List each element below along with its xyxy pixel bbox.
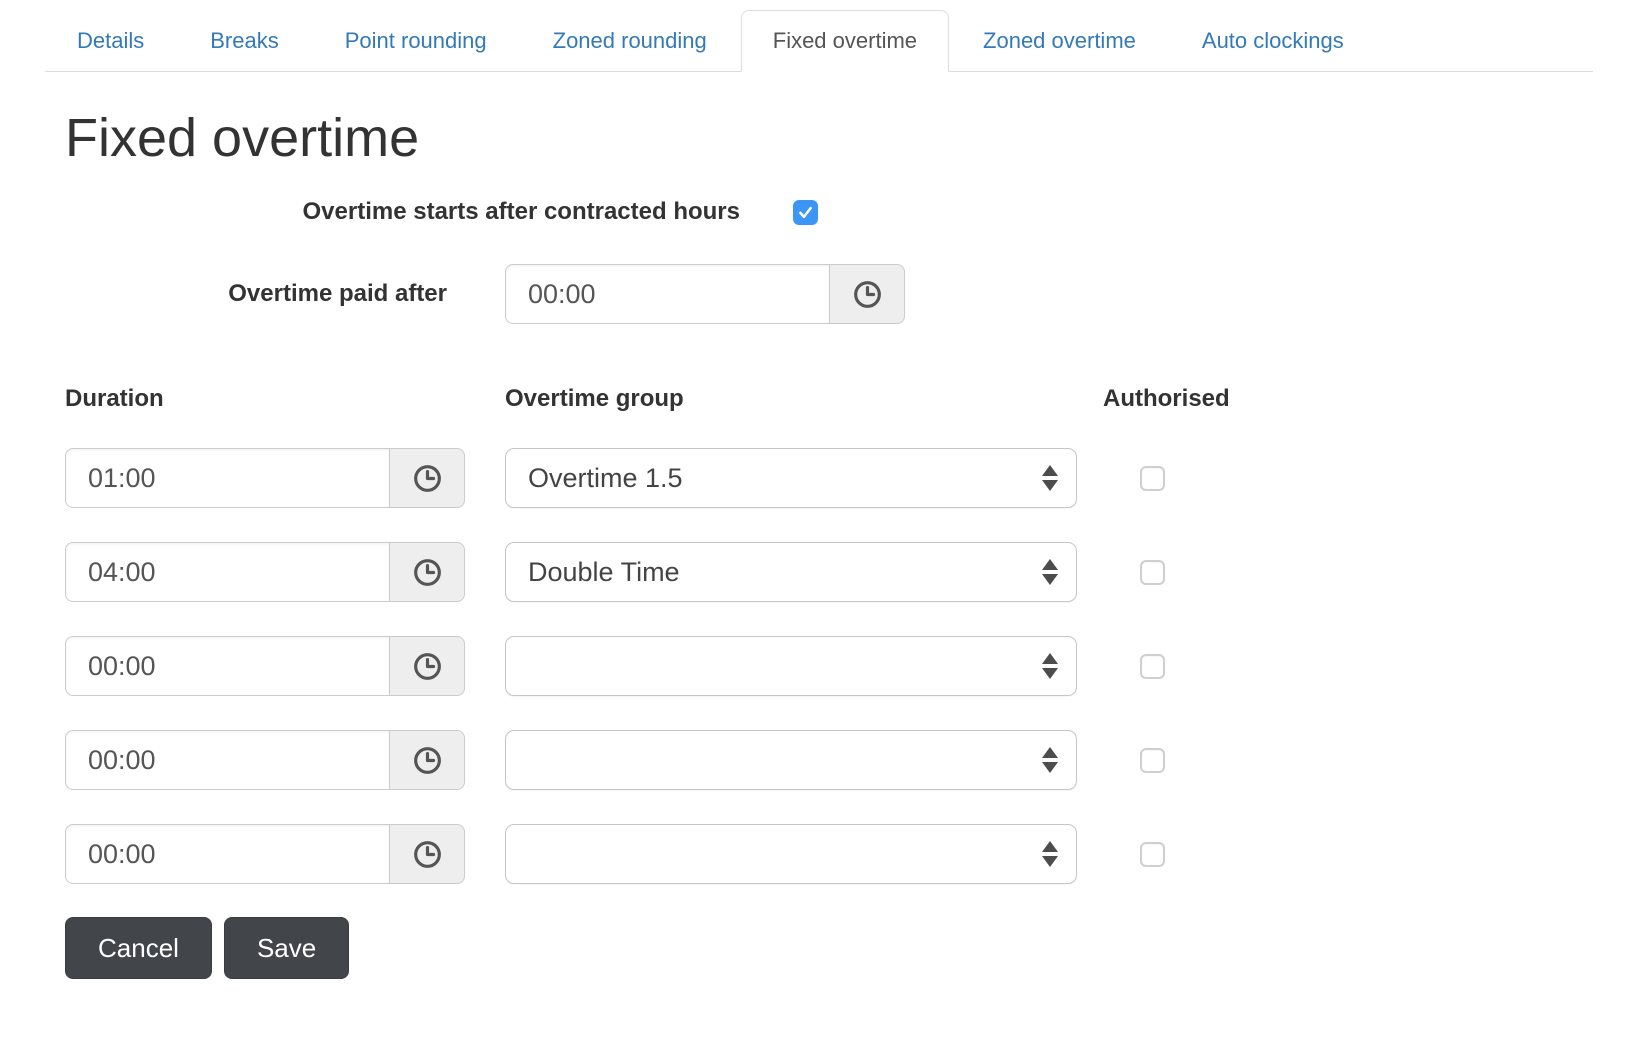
form-actions: Cancel Save bbox=[65, 917, 1638, 979]
authorised-checkbox[interactable] bbox=[1140, 841, 1165, 867]
fixed-overtime-panel: Fixed overtime Overtime starts after con… bbox=[0, 108, 1638, 979]
duration-input[interactable] bbox=[65, 542, 389, 602]
tab-auto-clockings-label[interactable]: Auto clockings bbox=[1170, 10, 1376, 72]
clock-icon bbox=[413, 464, 441, 492]
overtime-row-2: Double Time bbox=[65, 542, 1638, 602]
contracted-hours-row: Overtime starts after contracted hours bbox=[65, 196, 1638, 228]
tab-zoned-rounding-label[interactable]: Zoned rounding bbox=[521, 10, 739, 72]
duration-time-group bbox=[65, 730, 465, 790]
overtime-group-select[interactable] bbox=[505, 730, 1077, 790]
overtime-row-1: Overtime 1.5 bbox=[65, 448, 1638, 508]
tab-bar: Details Breaks Point rounding Zoned roun… bbox=[45, 10, 1593, 72]
tab-point-rounding-label[interactable]: Point rounding bbox=[313, 10, 519, 72]
overtime-row-3 bbox=[65, 636, 1638, 696]
duration-input[interactable] bbox=[65, 636, 389, 696]
grid-headers: Duration Overtime group Authorised bbox=[65, 384, 1638, 414]
tab-zoned-rounding[interactable]: Zoned rounding bbox=[521, 10, 739, 72]
authorised-checkbox[interactable] bbox=[1140, 465, 1165, 491]
duration-input[interactable] bbox=[65, 730, 389, 790]
up-down-arrows-icon bbox=[1042, 841, 1058, 867]
overtime-group-column-header: Overtime group bbox=[505, 385, 684, 412]
duration-clock-button[interactable] bbox=[389, 448, 465, 508]
tab-fixed-overtime-label[interactable]: Fixed overtime bbox=[740, 10, 950, 72]
up-down-arrows-icon bbox=[1042, 653, 1058, 679]
tab-zoned-overtime-label[interactable]: Zoned overtime bbox=[951, 10, 1168, 72]
duration-time-group bbox=[65, 542, 465, 602]
contracted-hours-checkbox[interactable] bbox=[793, 199, 818, 225]
duration-clock-button[interactable] bbox=[389, 730, 465, 790]
paid-after-row: Overtime paid after bbox=[65, 264, 1638, 324]
overtime-group-value: Double Time bbox=[528, 556, 680, 587]
tab-fixed-overtime[interactable]: Fixed overtime bbox=[740, 10, 950, 72]
checkmark-icon bbox=[799, 206, 812, 218]
tab-breaks-label[interactable]: Breaks bbox=[178, 10, 310, 72]
tab-point-rounding[interactable]: Point rounding bbox=[313, 10, 519, 72]
overtime-group-value: Overtime 1.5 bbox=[528, 462, 683, 493]
tab-details[interactable]: Details bbox=[45, 10, 176, 72]
authorised-checkbox[interactable] bbox=[1140, 559, 1165, 585]
duration-input[interactable] bbox=[65, 448, 389, 508]
overtime-group-select[interactable] bbox=[505, 636, 1077, 696]
duration-clock-button[interactable] bbox=[389, 824, 465, 884]
overtime-row-4 bbox=[65, 730, 1638, 790]
paid-after-input[interactable] bbox=[505, 264, 829, 324]
paid-after-clock-button[interactable] bbox=[829, 264, 905, 324]
clock-icon bbox=[853, 280, 881, 308]
cancel-button[interactable]: Cancel bbox=[65, 917, 212, 979]
clock-icon bbox=[413, 558, 441, 586]
overtime-row-5 bbox=[65, 824, 1638, 884]
duration-input[interactable] bbox=[65, 824, 389, 884]
duration-column-header: Duration bbox=[65, 385, 164, 412]
authorised-checkbox[interactable] bbox=[1140, 747, 1165, 773]
save-button[interactable]: Save bbox=[223, 917, 350, 979]
up-down-arrows-icon bbox=[1042, 465, 1058, 491]
authorised-checkbox[interactable] bbox=[1140, 653, 1165, 679]
contracted-hours-label: Overtime starts after contracted hours bbox=[302, 198, 740, 225]
authorised-column-header: Authorised bbox=[1103, 385, 1230, 412]
tab-details-label[interactable]: Details bbox=[45, 10, 176, 72]
paid-after-time-group bbox=[505, 264, 905, 324]
overtime-group-select[interactable]: Overtime 1.5 bbox=[505, 448, 1077, 508]
tab-zoned-overtime[interactable]: Zoned overtime bbox=[951, 10, 1168, 72]
clock-icon bbox=[413, 840, 441, 868]
clock-icon bbox=[413, 652, 441, 680]
duration-time-group bbox=[65, 448, 465, 508]
tab-auto-clockings[interactable]: Auto clockings bbox=[1170, 10, 1376, 72]
overtime-group-select[interactable]: Double Time bbox=[505, 542, 1077, 602]
duration-clock-button[interactable] bbox=[389, 542, 465, 602]
up-down-arrows-icon bbox=[1042, 747, 1058, 773]
clock-icon bbox=[413, 746, 441, 774]
up-down-arrows-icon bbox=[1042, 559, 1058, 585]
duration-time-group bbox=[65, 636, 465, 696]
overtime-group-select[interactable] bbox=[505, 824, 1077, 884]
tab-breaks[interactable]: Breaks bbox=[178, 10, 310, 72]
page-title: Fixed overtime bbox=[65, 108, 420, 168]
duration-clock-button[interactable] bbox=[389, 636, 465, 696]
duration-time-group bbox=[65, 824, 465, 884]
paid-after-label: Overtime paid after bbox=[228, 280, 447, 307]
